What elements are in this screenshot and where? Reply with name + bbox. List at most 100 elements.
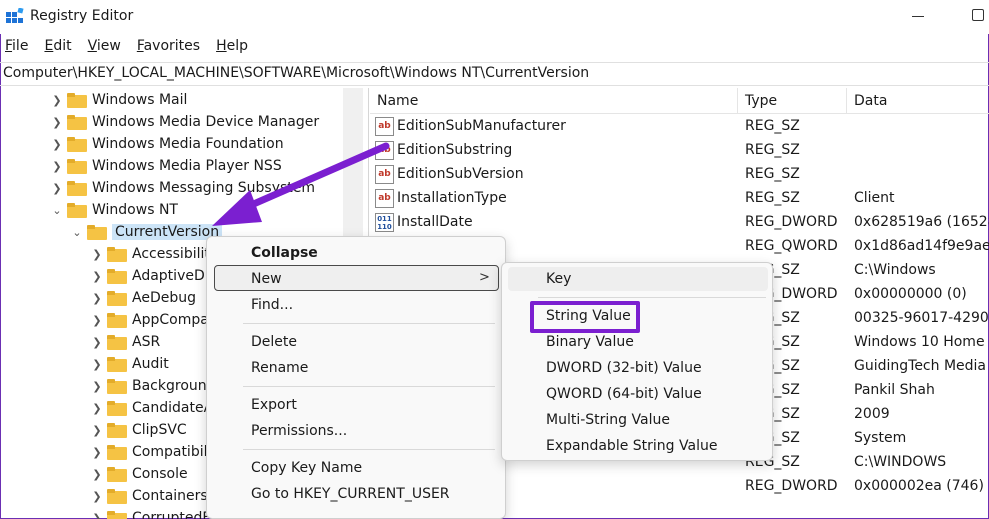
menu-edit[interactable]: Edit xyxy=(39,36,71,60)
menu-favorites[interactable]: Favorites xyxy=(132,36,200,60)
table-row[interactable]: ab EditionSubVersion REG_SZ xyxy=(370,163,989,187)
column-separator[interactable] xyxy=(737,88,738,114)
chevron-right-icon[interactable]: ❯ xyxy=(50,181,64,195)
chevron-right-icon[interactable]: ❯ xyxy=(90,335,104,349)
folder-icon xyxy=(67,92,87,108)
folder-icon xyxy=(67,202,87,218)
tree-item[interactable]: ❯ Console xyxy=(90,463,187,485)
chevron-right-icon: > xyxy=(479,270,490,285)
folder-icon xyxy=(67,114,87,130)
new-submenu: Key String Value Binary Value DWORD (32-… xyxy=(501,262,773,461)
chevron-right-icon[interactable]: ❯ xyxy=(50,93,64,107)
tree-item[interactable]: ❯ Windows Messaging Subsystem xyxy=(50,177,315,199)
chevron-right-icon[interactable]: ❯ xyxy=(50,137,64,151)
submenu-item-key[interactable]: Key xyxy=(546,271,571,287)
column-data[interactable]: Data xyxy=(854,93,887,109)
chevron-right-icon[interactable]: ❯ xyxy=(50,159,64,173)
folder-icon xyxy=(107,246,127,262)
address-bar[interactable]: Computer\HKEY_LOCAL_MACHINE\SOFTWARE\Mic… xyxy=(0,62,989,86)
tree-item[interactable]: ❯ Windows Media Device Manager xyxy=(50,111,319,133)
table-row[interactable]: ab InstallationType REG_SZ Client xyxy=(370,187,989,211)
menu-separator xyxy=(243,449,495,450)
chevron-right-icon[interactable]: ❯ xyxy=(90,313,104,327)
tree-item-current-version[interactable]: ⌄ CurrentVersion xyxy=(70,221,223,243)
tree-item[interactable]: ❯ AeDebug xyxy=(90,287,196,309)
menu-item-new[interactable]: New xyxy=(251,271,282,287)
tree-item[interactable]: ❯ Compatibility xyxy=(90,441,225,463)
chevron-right-icon[interactable]: ❯ xyxy=(90,357,104,371)
string-value-icon: ab xyxy=(375,117,394,136)
submenu-item-qword-value[interactable]: QWORD (64-bit) Value xyxy=(546,386,702,402)
tree-item[interactable]: ❯ Windows Media Foundation xyxy=(50,133,283,155)
table-row[interactable]: 011 110 InstallDate REG_DWORD 0x628519a6 (16… xyxy=(370,211,989,235)
menu-item-copy-key-name[interactable]: Copy Key Name xyxy=(251,460,362,476)
window-title: Registry Editor xyxy=(30,8,134,24)
minimize-button[interactable] xyxy=(912,16,924,17)
tree-item[interactable]: ❯ Containers xyxy=(90,485,207,507)
chevron-right-icon[interactable]: ❯ xyxy=(90,247,104,261)
folder-icon xyxy=(67,180,87,196)
chevron-right-icon[interactable]: ❯ xyxy=(90,269,104,283)
registry-editor-icon xyxy=(6,8,24,23)
tree-item[interactable]: ❯ Windows Media Player NSS xyxy=(50,155,281,177)
folder-icon xyxy=(107,334,127,350)
binary-value-icon: 011 110 xyxy=(375,213,394,232)
chevron-right-icon[interactable]: ❯ xyxy=(90,423,104,437)
address-path: Computer\HKEY_LOCAL_MACHINE\SOFTWARE\Mic… xyxy=(3,65,590,81)
tree-item-windows-nt[interactable]: ⌄ Windows NT xyxy=(50,199,178,221)
menu-item-collapse[interactable]: Collapse xyxy=(251,245,318,261)
maximize-button[interactable] xyxy=(972,9,984,21)
chevron-right-icon[interactable]: ❯ xyxy=(90,379,104,393)
chevron-down-icon[interactable]: ⌄ xyxy=(50,203,64,217)
chevron-right-icon[interactable]: ❯ xyxy=(50,115,64,129)
string-value-icon: ab xyxy=(375,165,394,184)
menu-view[interactable]: View xyxy=(83,36,121,60)
menu-item-delete[interactable]: Delete xyxy=(251,334,297,350)
menu-item-export[interactable]: Export xyxy=(251,397,297,413)
folder-icon xyxy=(107,510,127,519)
string-value-icon: ab xyxy=(375,141,394,160)
folder-icon xyxy=(107,422,127,438)
submenu-item-dword-value[interactable]: DWORD (32-bit) Value xyxy=(546,360,702,376)
tree-item[interactable]: ❯ Windows Mail xyxy=(50,89,187,111)
column-separator[interactable] xyxy=(846,88,847,114)
folder-icon xyxy=(107,488,127,504)
chevron-right-icon[interactable]: ❯ xyxy=(90,467,104,481)
submenu-item-multi-string-value[interactable]: Multi-String Value xyxy=(546,412,670,428)
submenu-item-expandable-string-value[interactable]: Expandable String Value xyxy=(546,438,717,454)
folder-icon xyxy=(107,466,127,482)
folder-icon xyxy=(67,158,87,174)
column-type[interactable]: Type xyxy=(745,93,777,109)
tree-item[interactable]: ❯ Accessibility xyxy=(90,243,218,265)
folder-icon xyxy=(107,378,127,394)
menu-help[interactable]: Help xyxy=(211,36,248,60)
menu-item-permissions[interactable]: Permissions... xyxy=(251,423,347,439)
tree-item[interactable]: ❯ Audit xyxy=(90,353,168,375)
menu-separator xyxy=(538,297,766,298)
chevron-right-icon[interactable]: ❯ xyxy=(90,445,104,459)
menu-item-rename[interactable]: Rename xyxy=(251,360,308,376)
column-name[interactable]: Name xyxy=(377,93,418,109)
menu-bar: File Edit View Favorites Help xyxy=(0,36,259,60)
menu-separator xyxy=(243,323,495,324)
string-value-icon: ab xyxy=(375,189,394,208)
context-menu: Collapse New > Find... Delete Rename Exp… xyxy=(206,236,506,519)
chevron-right-icon[interactable]: ❯ xyxy=(90,291,104,305)
menu-item-find[interactable]: Find... xyxy=(251,297,293,313)
folder-open-icon xyxy=(87,224,107,240)
table-row[interactable]: ab EditionSubstring REG_SZ xyxy=(370,139,989,163)
submenu-item-binary-value[interactable]: Binary Value xyxy=(546,334,634,350)
folder-icon xyxy=(107,312,127,328)
tree-item[interactable]: ❯ ClipSVC xyxy=(90,419,186,441)
menu-item-goto-hkcu[interactable]: Go to HKEY_CURRENT_USER xyxy=(251,486,450,502)
chevron-down-icon[interactable]: ⌄ xyxy=(70,225,84,239)
folder-icon xyxy=(67,136,87,152)
menu-file[interactable]: File xyxy=(0,36,28,60)
table-row[interactable]: ab EditionSubManufacturer REG_SZ xyxy=(370,115,989,139)
tree-item[interactable]: ❯ ASR xyxy=(90,331,160,353)
chevron-right-icon[interactable]: ❯ xyxy=(90,511,104,519)
chevron-right-icon[interactable]: ❯ xyxy=(90,401,104,415)
title-bar: Registry Editor xyxy=(0,0,989,34)
menu-separator xyxy=(243,386,495,387)
chevron-right-icon[interactable]: ❯ xyxy=(90,489,104,503)
